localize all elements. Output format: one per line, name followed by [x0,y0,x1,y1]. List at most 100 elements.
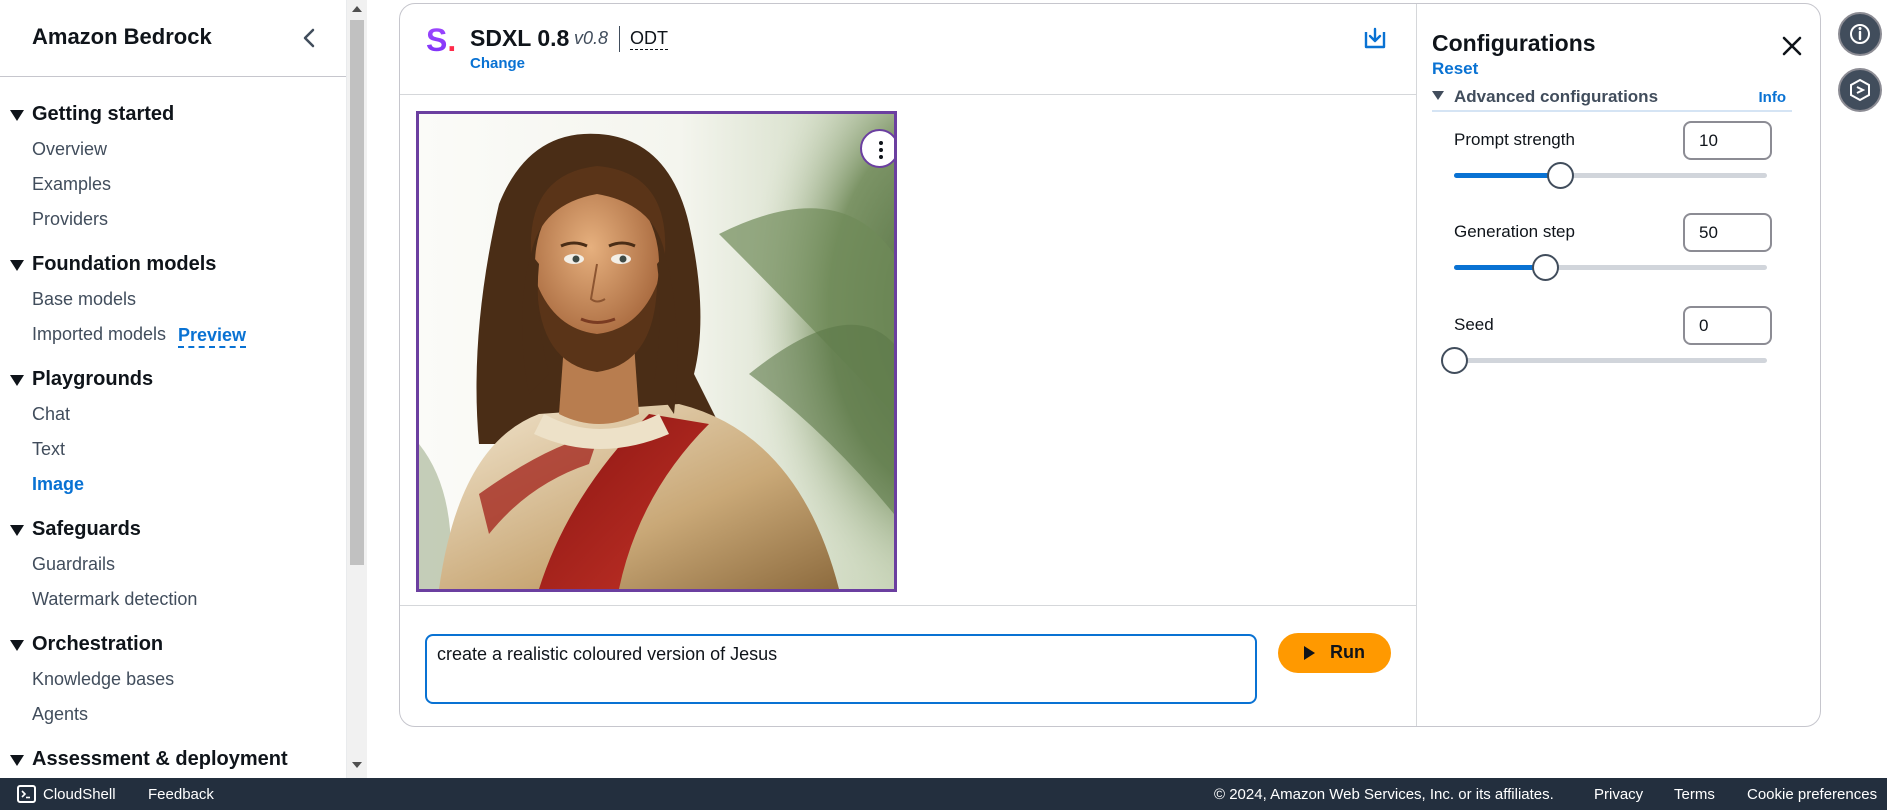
playground-pane: S. SDXL 0.8 v0.8 ODT Change create a rea… [400,4,1416,726]
sidebar-item-label: Knowledge bases [32,669,175,689]
generated-image-illustration [419,114,894,589]
reset-link[interactable]: Reset [1432,59,1478,79]
field-label: Generation step [1454,222,1575,241]
more-vertical-icon[interactable] [860,129,894,168]
section-safeguards[interactable]: Safeguards [0,513,346,549]
close-icon[interactable] [1780,34,1804,58]
section-assessment-deployment[interactable]: Assessment & deployment [0,743,346,778]
privacy-link[interactable]: Privacy [1594,786,1643,803]
console-footer: CloudShell Feedback © 2024, Amazon Web S… [0,778,1887,810]
run-button[interactable]: Run [1278,633,1391,673]
sidebar-item-label: Base models [32,289,137,309]
sidebar-item-overview[interactable]: Overview [0,134,346,169]
section-orchestration[interactable]: Orchestration [0,628,346,664]
section-label: Assessment & deployment [32,748,288,770]
sidebar-item-watermark-detection[interactable]: Watermark detection [0,584,346,619]
configurations-panel: Configurations Reset Advanced configurat… [1416,4,1820,726]
section-label: Foundation models [32,253,217,275]
sidebar-title[interactable]: Amazon Bedrock [32,24,212,50]
section-getting-started[interactable]: Getting started [0,98,346,134]
info-link[interactable]: Info [1759,89,1787,106]
sidebar-item-label: Overview [32,139,108,159]
cloudshell-icon[interactable] [17,785,36,803]
sidebar-item-label: Chat [32,404,71,424]
generation-step-input[interactable] [1683,213,1772,252]
caret-down-icon [10,375,24,386]
prompt-strength-field: Prompt strength [1454,121,1784,191]
sidebar-item-imported-models[interactable]: Imported models Preview [0,319,346,354]
terms-link[interactable]: Terms [1674,786,1715,803]
hexagon-icon[interactable] [1838,68,1882,112]
preview-badge[interactable]: Preview [178,324,247,348]
image-playground-card: S. SDXL 0.8 v0.8 ODT Change create a rea… [399,3,1821,727]
sidebar-item-label: Image [32,474,85,494]
section-playgrounds[interactable]: Playgrounds [0,363,346,399]
seed-input[interactable] [1683,306,1772,345]
sidebar-scrollbar[interactable] [347,0,367,778]
side-navigation: Amazon Bedrock Getting started Overview … [0,0,347,778]
caret-down-icon [10,755,24,766]
cookie-preferences-link[interactable]: Cookie preferences [1747,786,1877,803]
configurations-title: Configurations [1432,30,1596,56]
caret-down-icon [10,525,24,536]
slider-handle[interactable] [1547,162,1575,189]
advanced-configurations-toggle[interactable]: Advanced configurations Info [1432,84,1792,112]
caret-down-icon [10,110,24,121]
prompt-strength-slider[interactable] [1454,162,1767,189]
model-throughput-tag[interactable]: ODT [630,28,668,50]
slider-handle[interactable] [1441,347,1468,374]
scrollbar-thumb[interactable] [350,20,364,565]
sidebar-header: Amazon Bedrock [0,0,346,77]
sidebar-nav: Getting started Overview Examples Provid… [0,98,346,778]
sidebar-item-chat[interactable]: Chat [0,399,346,434]
info-icon[interactable] [1838,12,1882,56]
sidebar-item-base-models[interactable]: Base models [0,284,346,319]
prompt-strength-input[interactable] [1683,121,1772,160]
sidebar-item-label: Watermark detection [32,589,198,609]
caret-down-icon [10,640,24,651]
slider-fill [1454,173,1561,178]
sidebar-item-providers[interactable]: Providers [0,204,346,239]
field-label: Prompt strength [1454,130,1575,149]
generated-image[interactable] [416,111,897,592]
generation-step-slider[interactable] [1454,254,1767,281]
section-label: Getting started [32,103,175,125]
section-label: Safeguards [32,518,141,540]
seed-slider[interactable] [1441,347,1767,374]
sidebar-item-label: Text [32,439,66,459]
section-foundation-models[interactable]: Foundation models [0,248,346,284]
change-model-link[interactable]: Change [470,55,525,72]
model-name: SDXL 0.8 [470,25,570,51]
sidebar-item-agents[interactable]: Agents [0,699,346,734]
feedback-link[interactable]: Feedback [148,786,214,803]
slider-handle[interactable] [1531,254,1559,281]
cloudshell-button[interactable]: CloudShell [43,786,116,803]
prompt-input[interactable]: create a realistic coloured version of J… [425,634,1257,704]
scroll-down-icon[interactable] [352,762,362,768]
sidebar-item-guardrails[interactable]: Guardrails [0,549,346,584]
section-label: Orchestration [32,633,164,655]
stability-logo: S. [426,22,457,58]
sidebar-item-knowledge-bases[interactable]: Knowledge bases [0,664,346,699]
model-header: S. SDXL 0.8 v0.8 ODT Change [400,4,1416,95]
download-icon[interactable] [1362,26,1388,52]
divider [619,26,620,52]
sidebar-item-label: Agents [32,704,89,724]
generation-step-field: Generation step [1454,213,1784,283]
sidebar-item-text[interactable]: Text [0,434,346,469]
prompt-area: create a realistic coloured version of J… [400,605,1416,726]
chevron-left-icon[interactable] [296,24,324,52]
sidebar-item-label: Examples [32,174,112,194]
copyright-text: © 2024, Amazon Web Services, Inc. or its… [1214,786,1554,803]
model-version: v0.8 [574,28,609,48]
section-label: Playgrounds [32,368,154,390]
scroll-up-icon[interactable] [352,6,362,12]
sidebar-item-label: Guardrails [32,554,116,574]
sidebar-item-label: Providers [32,209,109,229]
sidebar-item-label: Imported models [32,324,167,344]
sidebar-item-examples[interactable]: Examples [0,169,346,204]
sidebar-item-image[interactable]: Image [0,469,346,504]
run-button-label: Run [1330,642,1365,662]
caret-down-icon [1432,91,1444,100]
field-label: Seed [1454,315,1494,334]
